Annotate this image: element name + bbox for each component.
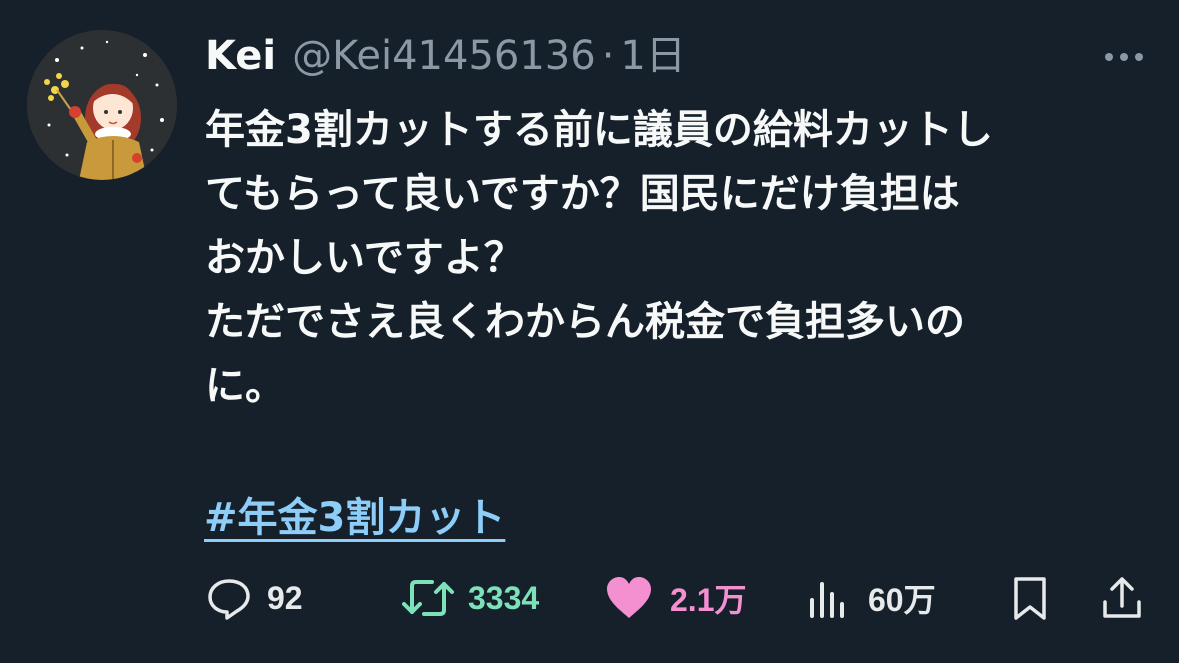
retweet-button[interactable]: 3334 [400, 568, 539, 628]
tweet: Kei @Kei41456136 · 1日 年金3割カットする前に議員の給料カッ… [0, 0, 1179, 663]
views-button[interactable]: 60万 [806, 568, 936, 628]
share-button[interactable] [1100, 568, 1144, 628]
display-name[interactable]: Kei [205, 28, 276, 84]
share-icon [1103, 577, 1141, 618]
bookmark-icon [1014, 577, 1046, 620]
tweet-text-line: てもらって良いですか？国民にだけ負担は [205, 171, 960, 217]
tweet-header: Kei @Kei41456136 · 1日 [205, 28, 686, 84]
tweet-text-line: ただでさえ良くわからん税金で負担多いの [205, 299, 965, 345]
tweet-text-line: おかしいですよ？ [205, 235, 524, 281]
user-handle[interactable]: @Kei41456136 [292, 28, 596, 84]
action-bar: 92 3334 2.1万 60万 [0, 568, 1179, 628]
tweet-text-line: に。 [205, 363, 285, 409]
reply-icon [208, 579, 250, 620]
separator-dot: · [601, 33, 615, 79]
views-count: 60万 [868, 582, 936, 618]
bar-chart-icon [810, 582, 844, 618]
tweet-text: 年金3割カットする前に議員の給料カットし てもらって良いですか？国民にだけ負担は… [205, 98, 1155, 418]
like-count: 2.1万 [670, 582, 747, 618]
tweet-text-line: 年金3割カットする前に議員の給料カットし [205, 107, 993, 153]
like-button[interactable]: 2.1万 [604, 568, 747, 628]
bookmark-button[interactable] [1008, 568, 1052, 628]
heart-icon [607, 577, 651, 618]
timestamp[interactable]: 1日 [620, 28, 685, 84]
reply-count: 92 [267, 579, 303, 616]
retweet-count: 3334 [468, 579, 540, 616]
hashtag-link[interactable]: #年金3割カット [204, 486, 505, 550]
reply-button[interactable]: 92 [205, 568, 303, 628]
more-options-icon[interactable] [1099, 40, 1149, 74]
avatar[interactable] [27, 30, 177, 180]
retweet-icon [402, 580, 454, 616]
